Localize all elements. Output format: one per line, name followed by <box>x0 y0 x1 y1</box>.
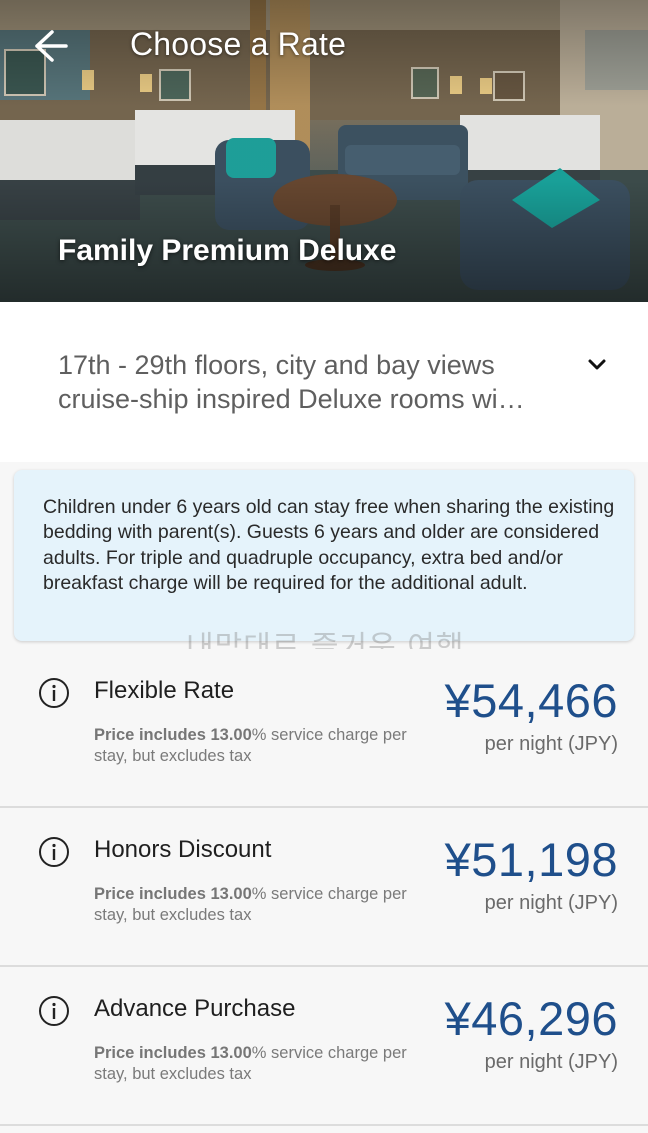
rate-note-bold: Price includes 13.00 <box>94 1044 252 1062</box>
room-name: Family Premium Deluxe <box>58 234 397 267</box>
rate-unit: per night (JPY) <box>484 733 618 755</box>
chevron-down-icon[interactable] <box>586 354 608 376</box>
rate-price: ¥51,198 <box>444 833 618 886</box>
choose-rate-screen: Choose a Rate Family Premium Deluxe 17th… <box>0 0 648 1133</box>
rate-price: ¥46,296 <box>444 992 618 1045</box>
rate-list: Children under 6 years old can stay free… <box>0 462 648 1133</box>
back-arrow-icon <box>35 30 68 62</box>
back-button[interactable] <box>30 26 72 66</box>
room-description: 17th - 29th floors, city and bay views c… <box>58 348 558 416</box>
rate-unit: per night (JPY) <box>484 1051 618 1073</box>
page-title: Choose a Rate <box>130 26 347 62</box>
description-line-1: 17th - 29th floors, city and bay views <box>58 350 495 380</box>
info-icon[interactable] <box>38 836 70 868</box>
rate-note: Price includes 13.00% service charge per… <box>94 725 414 767</box>
rate-price: ¥54,466 <box>444 674 618 727</box>
rate-note: Price includes 13.00% service charge per… <box>94 884 414 926</box>
rate-note: Price includes 13.00% service charge per… <box>94 1043 414 1085</box>
occupancy-notice: Children under 6 years old can stay free… <box>14 470 634 641</box>
rate-name: Flexible Rate <box>94 677 235 704</box>
room-hero-image: Choose a Rate Family Premium Deluxe <box>0 0 648 302</box>
info-icon[interactable] <box>38 995 70 1027</box>
room-description-toggle[interactable]: 17th - 29th floors, city and bay views c… <box>0 302 648 462</box>
rate-unit: per night (JPY) <box>484 892 618 914</box>
rate-note-bold: Price includes 13.00 <box>94 726 252 744</box>
rate-row-honors[interactable]: Honors Discount Price includes 13.00% se… <box>0 808 648 967</box>
info-icon[interactable] <box>38 677 70 709</box>
rate-row-advance-purchase[interactable]: Advance Purchase Price includes 13.00% s… <box>0 967 648 1126</box>
occupancy-notice-text: Children under 6 years old can stay free… <box>43 496 615 594</box>
rate-note-bold: Price includes 13.00 <box>94 885 252 903</box>
rate-name: Advance Purchase <box>94 995 296 1022</box>
rate-row-flexible[interactable]: Flexible Rate Price includes 13.00% serv… <box>0 649 648 808</box>
rate-name: Honors Discount <box>94 836 272 863</box>
description-line-2: cruise-ship inspired Deluxe rooms wi… <box>58 384 525 414</box>
